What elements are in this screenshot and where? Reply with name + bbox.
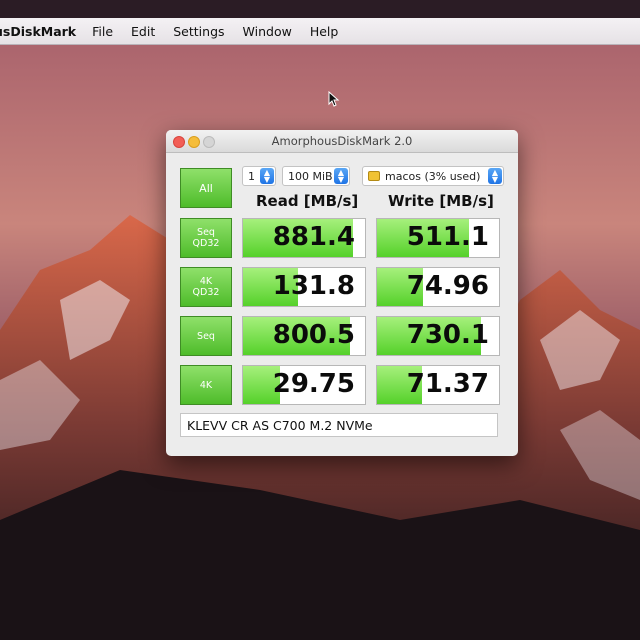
read-value: 881.4 xyxy=(272,222,355,252)
write-header: Write [MB/s] xyxy=(388,192,494,210)
menu-help[interactable]: Help xyxy=(310,24,339,39)
4k-qd32-button[interactable]: 4K QD32 xyxy=(180,267,232,307)
drive-name-field[interactable]: KLEVV CR AS C700 M.2 NVMe xyxy=(180,413,498,437)
row-label-line1: 4K xyxy=(199,276,213,287)
menu-file[interactable]: File xyxy=(92,24,113,39)
size-select-value: 100 MiB xyxy=(288,169,333,183)
stepper-icon: ▲ ▼ xyxy=(260,168,274,184)
write-value: 730.1 xyxy=(406,320,489,350)
menu-settings[interactable]: Settings xyxy=(173,24,224,39)
write-result-seq-qd32: 511.1 xyxy=(376,218,500,258)
write-result-4k-qd32: 74.96 xyxy=(376,267,500,307)
window-title: AmorphousDiskMark 2.0 xyxy=(271,134,413,148)
app-window: AmorphousDiskMark 2.0 All 1 ▲ ▼ 100 MiB ▲… xyxy=(166,130,518,456)
cursor-arrow-icon xyxy=(328,91,340,107)
drive-select-value: macos (3% used) xyxy=(385,169,481,183)
read-value: 29.75 xyxy=(272,369,355,399)
app-menu[interactable]: usDiskMark xyxy=(0,24,76,39)
row-label-line1: 4K xyxy=(199,379,213,391)
read-header: Read [MB/s] xyxy=(256,192,359,210)
title-bar[interactable]: AmorphousDiskMark 2.0 xyxy=(166,130,518,153)
seq-qd32-button[interactable]: Seq QD32 xyxy=(180,218,232,258)
4k-button[interactable]: 4K xyxy=(180,365,232,405)
read-value: 131.8 xyxy=(272,271,355,301)
menu-edit[interactable]: Edit xyxy=(131,24,155,39)
drive-icon xyxy=(368,171,380,181)
read-result-4k: 29.75 xyxy=(242,365,366,405)
write-value: 511.1 xyxy=(406,222,489,252)
all-button[interactable]: All xyxy=(180,168,232,208)
row-label-line1: Seq xyxy=(197,227,215,238)
write-result-seq: 730.1 xyxy=(376,316,500,356)
write-result-4k: 71.37 xyxy=(376,365,500,405)
screen-bezel xyxy=(0,0,640,18)
stepper-icon: ▲ ▼ xyxy=(334,168,348,184)
write-value: 71.37 xyxy=(406,369,489,399)
row-label-line1: Seq xyxy=(197,330,215,342)
drive-select[interactable]: macos (3% used) ▲ ▼ xyxy=(362,166,504,186)
write-value: 74.96 xyxy=(406,271,489,301)
read-result-4k-qd32: 131.8 xyxy=(242,267,366,307)
count-select-value: 1 xyxy=(248,169,255,183)
menu-bar: usDiskMark File Edit Settings Window Hel… xyxy=(0,18,640,45)
drive-name: KLEVV CR AS C700 M.2 NVMe xyxy=(187,417,373,433)
read-result-seq-qd32: 881.4 xyxy=(242,218,366,258)
size-select[interactable]: 100 MiB ▲ ▼ xyxy=(282,166,350,186)
row-label-line2: QD32 xyxy=(192,238,220,249)
row-label-line2: QD32 xyxy=(192,287,220,298)
count-select[interactable]: 1 ▲ ▼ xyxy=(242,166,276,186)
seq-button[interactable]: Seq xyxy=(180,316,232,356)
stepper-icon: ▲ ▼ xyxy=(488,168,502,184)
read-value: 800.5 xyxy=(272,320,355,350)
menu-window[interactable]: Window xyxy=(243,24,292,39)
read-result-seq: 800.5 xyxy=(242,316,366,356)
